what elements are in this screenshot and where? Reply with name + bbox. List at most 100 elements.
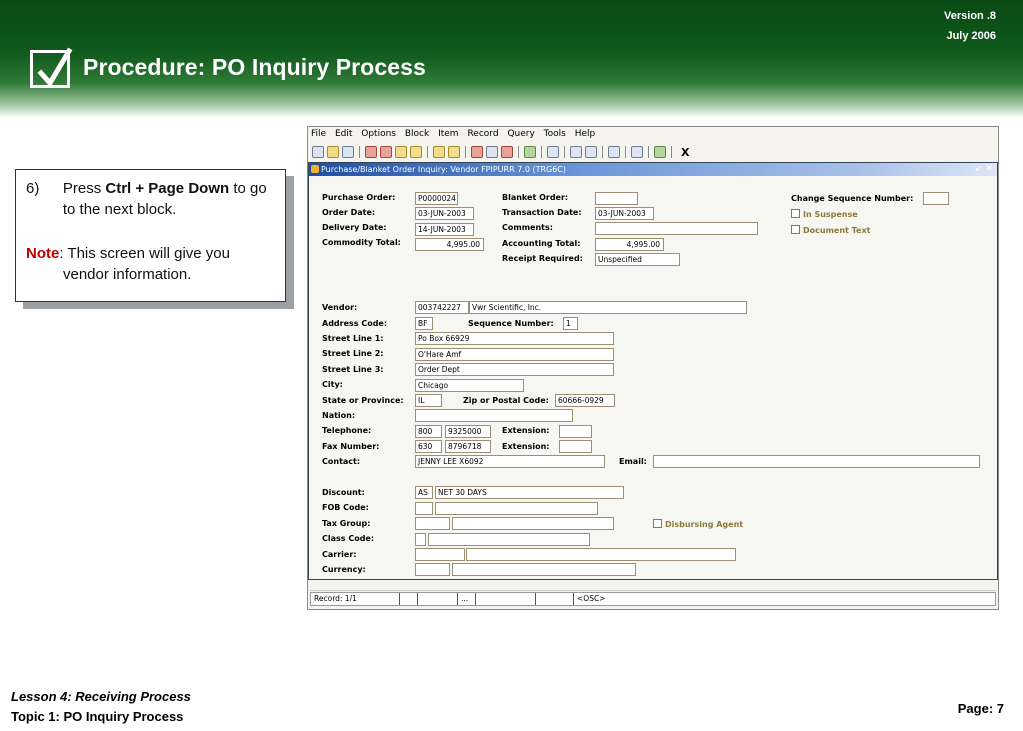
version-date: July 2006	[946, 30, 996, 42]
purchase-order-field[interactable]: P0000024	[415, 192, 458, 205]
street-line-2-label: Street Line 2:	[322, 349, 384, 358]
tax-group-field[interactable]	[415, 517, 450, 530]
commodity-total-field[interactable]: 4,995.00	[415, 238, 484, 251]
email-field[interactable]	[653, 455, 980, 468]
menu-item[interactable]: Item	[438, 129, 459, 139]
blanket-order-field[interactable]	[595, 192, 638, 205]
receipt-required-field[interactable]: Unspecified	[595, 253, 680, 266]
currency-desc-field[interactable]	[452, 563, 636, 576]
accounting-total-label: Accounting Total:	[502, 239, 581, 248]
state-field[interactable]: IL	[415, 394, 442, 407]
menu-tools[interactable]: Tools	[544, 129, 566, 139]
fax-label: Fax Number:	[322, 442, 380, 451]
next-record-icon[interactable]	[410, 146, 422, 158]
status-ellipsis: ...	[457, 593, 475, 605]
telephone-area-field[interactable]: 800	[415, 425, 442, 438]
discount-code-field[interactable]: AS	[415, 486, 433, 499]
save-icon[interactable]	[312, 146, 324, 158]
menu-record[interactable]: Record	[467, 129, 498, 139]
carrier-label: Carrier:	[322, 550, 357, 559]
comments-field[interactable]	[595, 222, 758, 235]
slide: Version .8 July 2006 Procedure: PO Inqui…	[0, 0, 1023, 731]
menu-help[interactable]: Help	[575, 129, 596, 139]
order-date-field[interactable]: 03-JUN-2003	[415, 207, 474, 220]
street-line-3-field[interactable]: Order Dept	[415, 363, 614, 376]
nation-label: Nation:	[322, 411, 356, 420]
menu-edit[interactable]: Edit	[335, 129, 352, 139]
help-tree-icon[interactable]	[631, 146, 643, 158]
step-text-pre: Press	[62, 180, 106, 197]
vendor-id-field[interactable]: 003742227	[415, 301, 469, 314]
carrier-field[interactable]	[415, 548, 465, 561]
transaction-date-label: Transaction Date:	[502, 208, 582, 217]
item-properties-icon[interactable]	[608, 146, 620, 158]
currency-field[interactable]	[415, 563, 450, 576]
vendor-label: Vendor:	[322, 303, 358, 312]
prev-record-icon[interactable]	[395, 146, 407, 158]
next-block-icon[interactable]	[380, 146, 392, 158]
message-line	[310, 582, 996, 591]
change-sequence-field[interactable]	[923, 192, 949, 205]
city-field[interactable]: Chicago	[415, 379, 524, 392]
prev-block-icon[interactable]	[365, 146, 377, 158]
transaction-date-field[interactable]: 03-JUN-2003	[595, 207, 654, 220]
menu-options[interactable]: Options	[361, 129, 396, 139]
count-query-icon[interactable]	[585, 146, 597, 158]
banner-window: File Edit Options Block Item Record Quer…	[307, 126, 999, 610]
print-page-icon[interactable]	[342, 146, 354, 158]
form-title-bar: Purchase/Blanket Order Inquiry: Vendor F…	[309, 163, 997, 176]
form-window-controls[interactable]: ↙ ✕	[975, 163, 993, 176]
accounting-total-field[interactable]: 4,995.00	[595, 238, 664, 251]
fax-number-field[interactable]: 8796718	[445, 440, 491, 453]
document-text-checkbox[interactable]: Document Text	[791, 225, 870, 235]
fob-code-field[interactable]	[415, 502, 433, 515]
class-code-field[interactable]	[415, 533, 426, 546]
fax-extension-label: Extension:	[502, 442, 550, 451]
exit-button[interactable]: X	[681, 146, 689, 159]
step-row: 6) Press Ctrl + Page Down to go to the n…	[26, 178, 277, 220]
menu-query[interactable]: Query	[507, 129, 534, 139]
remove-record-icon[interactable]	[486, 146, 498, 158]
execute-query-icon[interactable]	[448, 146, 460, 158]
nation-field[interactable]	[415, 409, 573, 422]
email-label: Email:	[619, 457, 647, 466]
street-line-1-field[interactable]: Po Box 66929	[415, 332, 614, 345]
menu-block[interactable]: Block	[405, 129, 429, 139]
delivery-date-field[interactable]: 14-JUN-2003	[415, 223, 474, 236]
rollback-icon[interactable]	[327, 146, 339, 158]
telephone-number-field[interactable]: 9325000	[445, 425, 491, 438]
fob-desc-field[interactable]	[435, 502, 598, 515]
note-row: Note: This screen will give you vendor i…	[26, 243, 277, 285]
zip-field[interactable]: 60666-0929	[555, 394, 615, 407]
receipt-required-label: Receipt Required:	[502, 254, 583, 263]
insert-record-icon[interactable]	[471, 146, 483, 158]
print-icon[interactable]	[547, 146, 559, 158]
discount-desc-field[interactable]: NET 30 DAYS	[435, 486, 624, 499]
street-line-2-field[interactable]: O'Hare Amf	[415, 348, 614, 361]
status-record: Record: 1/1	[314, 594, 357, 603]
tax-group-desc-field[interactable]	[452, 517, 614, 530]
class-code-desc-field[interactable]	[428, 533, 590, 546]
vendor-name-field[interactable]: Vwr Scientific, Inc.	[469, 301, 747, 314]
note-label: Note	[26, 245, 60, 262]
cancel-query-icon[interactable]	[570, 146, 582, 158]
online-help-icon[interactable]	[654, 146, 666, 158]
menu-file[interactable]: File	[311, 129, 326, 139]
enter-query-icon[interactable]	[433, 146, 445, 158]
fax-extension-field[interactable]	[559, 440, 592, 453]
delete-record-icon[interactable]	[501, 146, 513, 158]
status-field-1	[399, 593, 417, 605]
in-suspense-checkbox[interactable]: In Suspense	[791, 209, 858, 219]
address-code-field[interactable]: BF	[415, 317, 433, 330]
sequence-number-field[interactable]: 1	[563, 317, 578, 330]
disbursing-agent-checkbox[interactable]: Disbursing Agent	[653, 519, 743, 529]
telephone-extension-field[interactable]	[559, 425, 592, 438]
blanket-order-label: Blanket Order:	[502, 193, 569, 202]
footer-page-number: Page: 7	[957, 701, 1004, 716]
contact-field[interactable]: JENNY LEE X6092	[415, 455, 605, 468]
fax-area-field[interactable]: 630	[415, 440, 442, 453]
toolbar: X	[308, 143, 998, 161]
carrier-desc-field[interactable]	[466, 548, 736, 561]
options-icon[interactable]	[524, 146, 536, 158]
step-text: Press Ctrl + Page Down to go to the next…	[63, 178, 277, 220]
